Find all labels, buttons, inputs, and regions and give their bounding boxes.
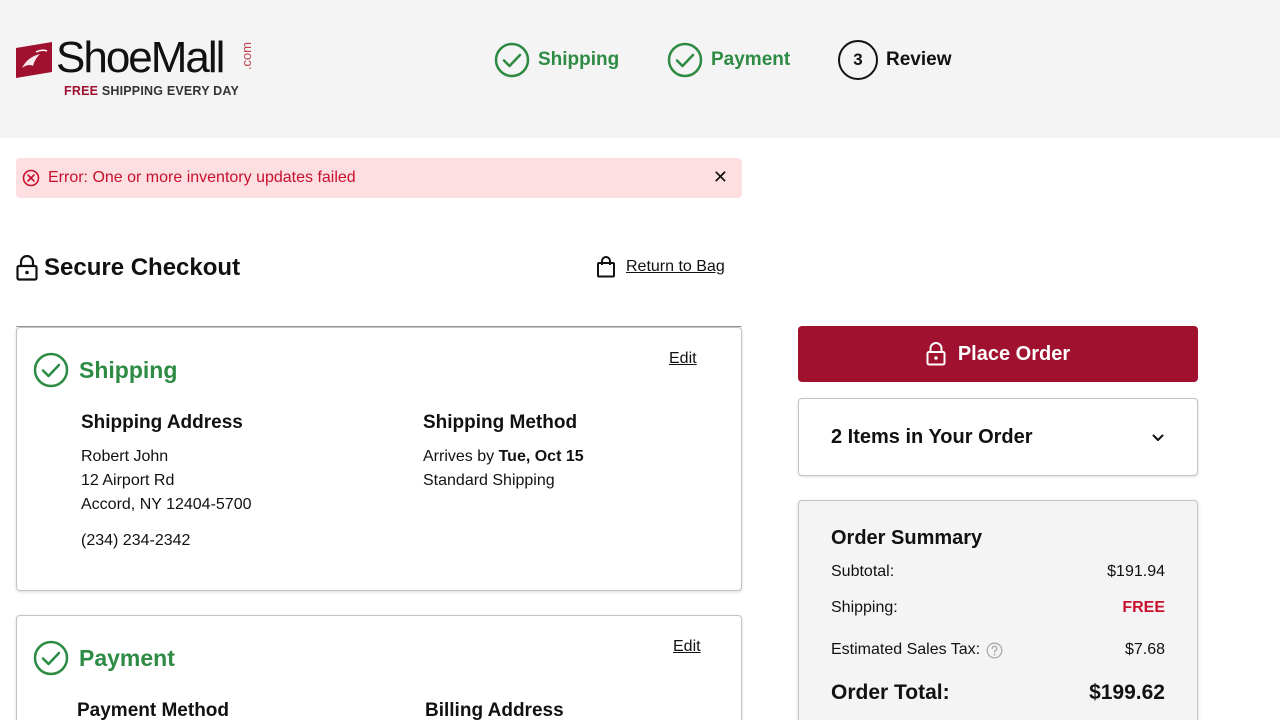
order-total-value: $199.62 xyxy=(1089,681,1165,704)
shipping-label: Shipping: xyxy=(831,599,898,616)
place-order-button[interactable]: Place Order xyxy=(798,326,1198,382)
page-title: Secure Checkout xyxy=(44,254,241,281)
step-review: 3 Review xyxy=(838,40,951,80)
edit-payment-link[interactable]: Edit xyxy=(673,638,701,656)
arrives-prefix: Arrives by xyxy=(423,448,499,465)
error-message: Error: One or more inventory updates fai… xyxy=(48,169,356,186)
order-total-row: Order Total: $199.62 xyxy=(831,681,1165,705)
logo-mark-icon xyxy=(16,42,52,78)
section-title: Shipping xyxy=(79,356,178,383)
shipping-row: Shipping: FREE xyxy=(831,599,1165,617)
address-line: Accord, NY 12404-5700 xyxy=(81,496,252,513)
arrival-date: Tue, Oct 15 xyxy=(498,448,584,465)
check-circle-icon xyxy=(33,640,69,676)
payment-section-header: Payment xyxy=(33,640,175,676)
tax-label: Estimated Sales Tax: xyxy=(831,641,981,658)
items-count-label: 2 Items in Your Order xyxy=(831,426,1033,448)
return-to-bag-link[interactable]: Return to Bag xyxy=(626,258,725,276)
close-icon[interactable]: ✕ xyxy=(713,167,728,187)
step-label: Review xyxy=(886,49,952,70)
secure-checkout-heading: Secure Checkout xyxy=(16,254,240,282)
check-circle-icon xyxy=(33,352,69,388)
shipping-address-title: Shipping Address xyxy=(81,412,243,433)
tax-row: Estimated Sales Tax: $7.68 xyxy=(831,641,1165,659)
error-x-circle-icon xyxy=(22,169,40,187)
address-line: 12 Airport Rd xyxy=(81,472,175,489)
shipping-method-name: Standard Shipping xyxy=(423,472,555,489)
payment-method-title: Payment Method xyxy=(77,700,230,720)
order-items-accordion[interactable]: 2 Items in Your Order xyxy=(798,398,1198,476)
error-banner: Error: One or more inventory updates fai… xyxy=(16,158,742,198)
phone-number: (234) 234-2342 xyxy=(81,532,191,549)
check-circle-icon xyxy=(494,42,530,78)
shopping-bag-icon xyxy=(597,256,615,278)
subtotal-label: Subtotal: xyxy=(831,563,895,580)
step-label: Shipping xyxy=(538,49,620,70)
address-line: Robert John xyxy=(81,448,169,465)
order-summary: Order Summary Subtotal: $191.94 Shipping… xyxy=(798,500,1198,720)
tagline-rest: SHIPPING EVERY DAY xyxy=(98,84,240,98)
subtotal-value: $191.94 xyxy=(1107,563,1165,580)
tagline-free: FREE xyxy=(64,84,99,98)
order-summary-title: Order Summary xyxy=(831,527,983,549)
shipping-method-title: Shipping Method xyxy=(423,412,578,433)
lock-icon xyxy=(16,255,38,281)
subtotal-row: Subtotal: $191.94 xyxy=(831,563,1165,581)
shipping-section-header: Shipping xyxy=(33,352,177,388)
step-number: 3 xyxy=(838,40,878,80)
site-header: ShoeMall .com FREE SHIPPING EVERY DAY Sh… xyxy=(0,0,1280,138)
payment-section: Payment Edit Payment Method Billing Addr… xyxy=(16,615,742,720)
tax-label-group: Estimated Sales Tax: xyxy=(831,641,1003,659)
section-title: Payment xyxy=(79,644,175,671)
logo-dotcom: .com xyxy=(239,42,254,71)
place-order-label: Place Order xyxy=(957,342,1071,365)
step-label: Payment xyxy=(711,49,791,70)
return-to-bag[interactable]: Return to Bag xyxy=(596,256,725,278)
check-circle-icon xyxy=(667,42,703,78)
shipping-section: Shipping Edit Shipping Address Robert Jo… xyxy=(16,327,742,591)
order-total-label: Order Total: xyxy=(831,681,950,704)
lock-icon xyxy=(926,342,946,366)
shoemall-logo[interactable]: ShoeMall .com FREE SHIPPING EVERY DAY xyxy=(16,33,256,102)
chevron-down-icon xyxy=(1152,434,1164,441)
tax-value: $7.68 xyxy=(1124,641,1165,658)
logo-tagline: FREE SHIPPING EVERY DAY xyxy=(64,84,239,98)
arrival-estimate: Arrives by Tue, Oct 15 xyxy=(423,448,584,466)
help-icon[interactable] xyxy=(986,642,1003,659)
edit-shipping-link[interactable]: Edit xyxy=(669,350,697,368)
step-payment[interactable]: Payment xyxy=(667,40,790,80)
logo-wordmark: ShoeMall xyxy=(56,33,225,82)
step-shipping[interactable]: Shipping xyxy=(494,40,619,80)
billing-address-title: Billing Address xyxy=(425,700,564,720)
shipping-value: FREE xyxy=(1122,599,1165,616)
